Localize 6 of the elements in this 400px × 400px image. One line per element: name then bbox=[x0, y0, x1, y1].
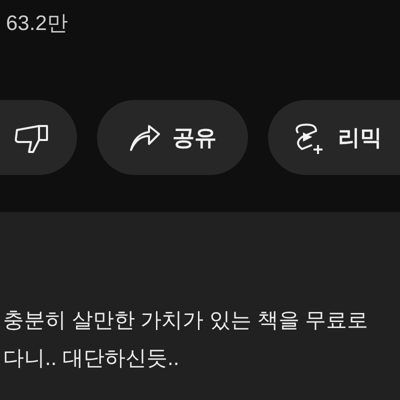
comment-text: 다니.. 대단하신듯.. bbox=[2, 346, 180, 372]
share-arrow-icon bbox=[128, 124, 160, 152]
share-button[interactable]: 공유 bbox=[97, 100, 248, 175]
remix-button[interactable]: 리믹 bbox=[268, 100, 400, 175]
comment-text: 충분히 살만한 가치가 있는 책을 무료로 bbox=[2, 308, 370, 334]
view-count: 63.2만 bbox=[6, 11, 68, 37]
